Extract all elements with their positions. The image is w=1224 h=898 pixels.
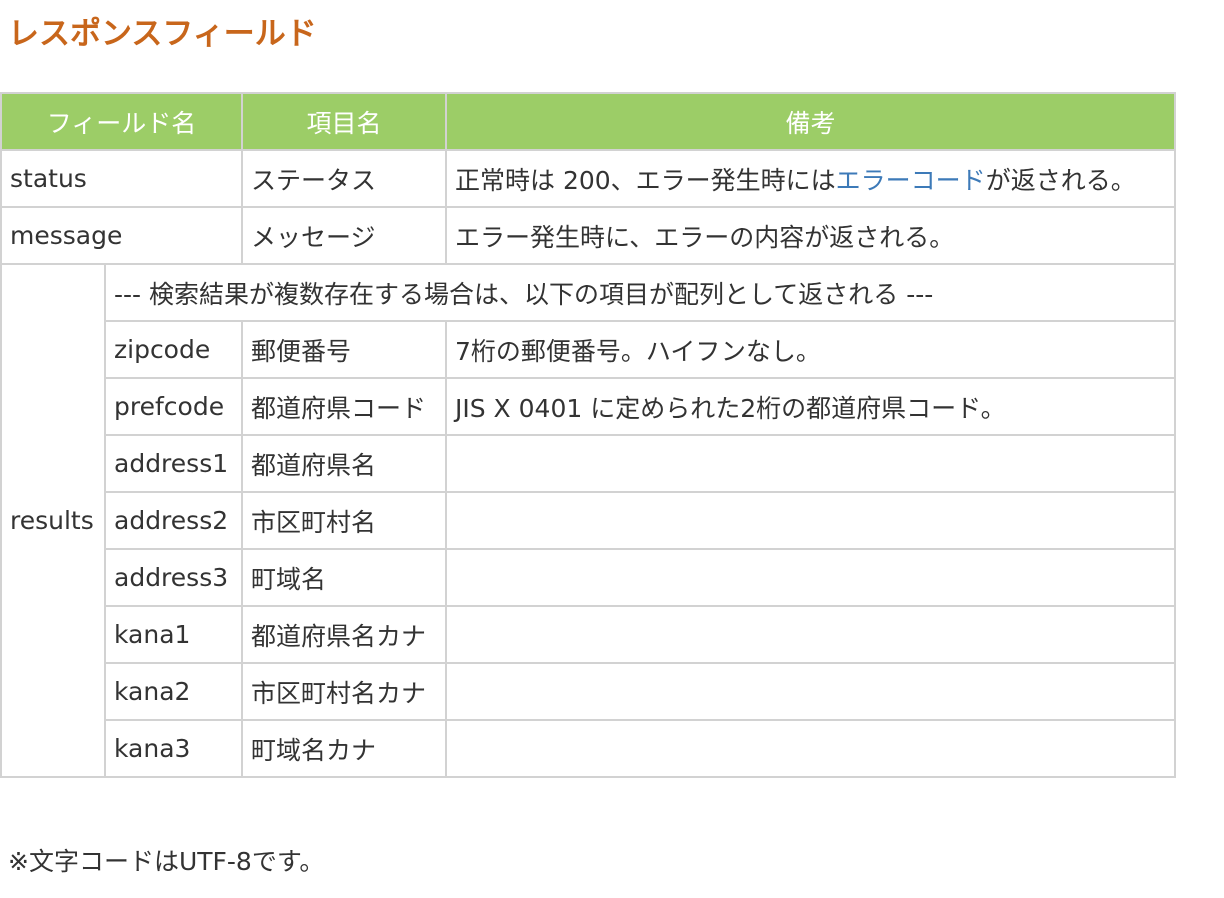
header-field-name: フィールド名 — [0, 92, 243, 151]
result-field: address1 — [104, 434, 243, 493]
result-item: 郵便番号 — [241, 320, 447, 379]
encoding-note: ※文字コードはUTF-8です。 — [8, 847, 325, 876]
results-caption: --- 検索結果が複数存在する場合は、以下の項目が配列として返される --- — [104, 263, 1176, 322]
result-field: kana3 — [104, 719, 243, 778]
result-field: kana1 — [104, 605, 243, 664]
result-item: 市区町村名カナ — [241, 662, 447, 721]
table-row: kana3 町域名カナ — [1, 719, 1176, 778]
result-field: address2 — [104, 491, 243, 550]
result-field: kana2 — [104, 662, 243, 721]
remarks-message: エラー発生時に、エラーの内容が返される。 — [445, 206, 1176, 265]
remarks-status-prefix: 正常時は 200、エラー発生時には — [455, 165, 836, 195]
item-status: ステータス — [241, 149, 447, 208]
result-remarks — [445, 548, 1176, 607]
header-item-name: 項目名 — [241, 92, 447, 151]
table-row: zipcode 郵便番号 7桁の郵便番号。ハイフンなし。 — [1, 320, 1176, 379]
remarks-status: 正常時は 200、エラー発生時にはエラーコードが返される。 — [445, 149, 1176, 208]
result-item: 都道府県名 — [241, 434, 447, 493]
result-item: 都道府県名カナ — [241, 605, 447, 664]
table-row: prefcode 都道府県コード JIS X 0401 に定められた2桁の都道府… — [1, 377, 1176, 436]
table-row: address2 市区町村名 — [1, 491, 1176, 550]
result-remarks — [445, 605, 1176, 664]
table-row: kana1 都道府県名カナ — [1, 605, 1176, 664]
header-remarks: 備考 — [445, 92, 1176, 151]
field-results: results — [0, 263, 106, 778]
table-row-results-caption: results --- 検索結果が複数存在する場合は、以下の項目が配列として返さ… — [0, 263, 1176, 778]
result-remarks — [445, 662, 1176, 721]
table-row: kana2 市区町村名カナ — [1, 662, 1176, 721]
result-item: 町域名カナ — [241, 719, 447, 778]
page-title: レスポンスフィールド — [8, 16, 317, 52]
result-field: zipcode — [104, 320, 243, 379]
table-header-row: フィールド名 項目名 備考 — [0, 92, 1176, 151]
result-remarks — [445, 491, 1176, 550]
result-item: 都道府県コード — [241, 377, 447, 436]
item-message: メッセージ — [241, 206, 447, 265]
response-fields-table: フィールド名 項目名 備考 status ステータス 正常時は 200、エラー発… — [0, 92, 1176, 778]
table-row-status: status ステータス 正常時は 200、エラー発生時にはエラーコードが返され… — [0, 149, 1176, 208]
result-field: prefcode — [104, 377, 243, 436]
field-status: status — [0, 149, 243, 208]
result-remarks: 7桁の郵便番号。ハイフンなし。 — [445, 320, 1176, 379]
remarks-status-suffix: が返される。 — [985, 165, 1136, 195]
result-remarks — [445, 719, 1176, 778]
result-remarks: JIS X 0401 に定められた2桁の都道府県コード。 — [445, 377, 1176, 436]
field-message: message — [0, 206, 243, 265]
table-row: address1 都道府県名 — [1, 434, 1176, 493]
table-row: address3 町域名 — [1, 548, 1176, 607]
result-remarks — [445, 434, 1176, 493]
result-item: 町域名 — [241, 548, 447, 607]
result-item: 市区町村名 — [241, 491, 447, 550]
result-field: address3 — [104, 548, 243, 607]
table-row-message: message メッセージ エラー発生時に、エラーの内容が返される。 — [0, 206, 1176, 265]
error-code-link[interactable]: エラーコード — [836, 166, 986, 195]
